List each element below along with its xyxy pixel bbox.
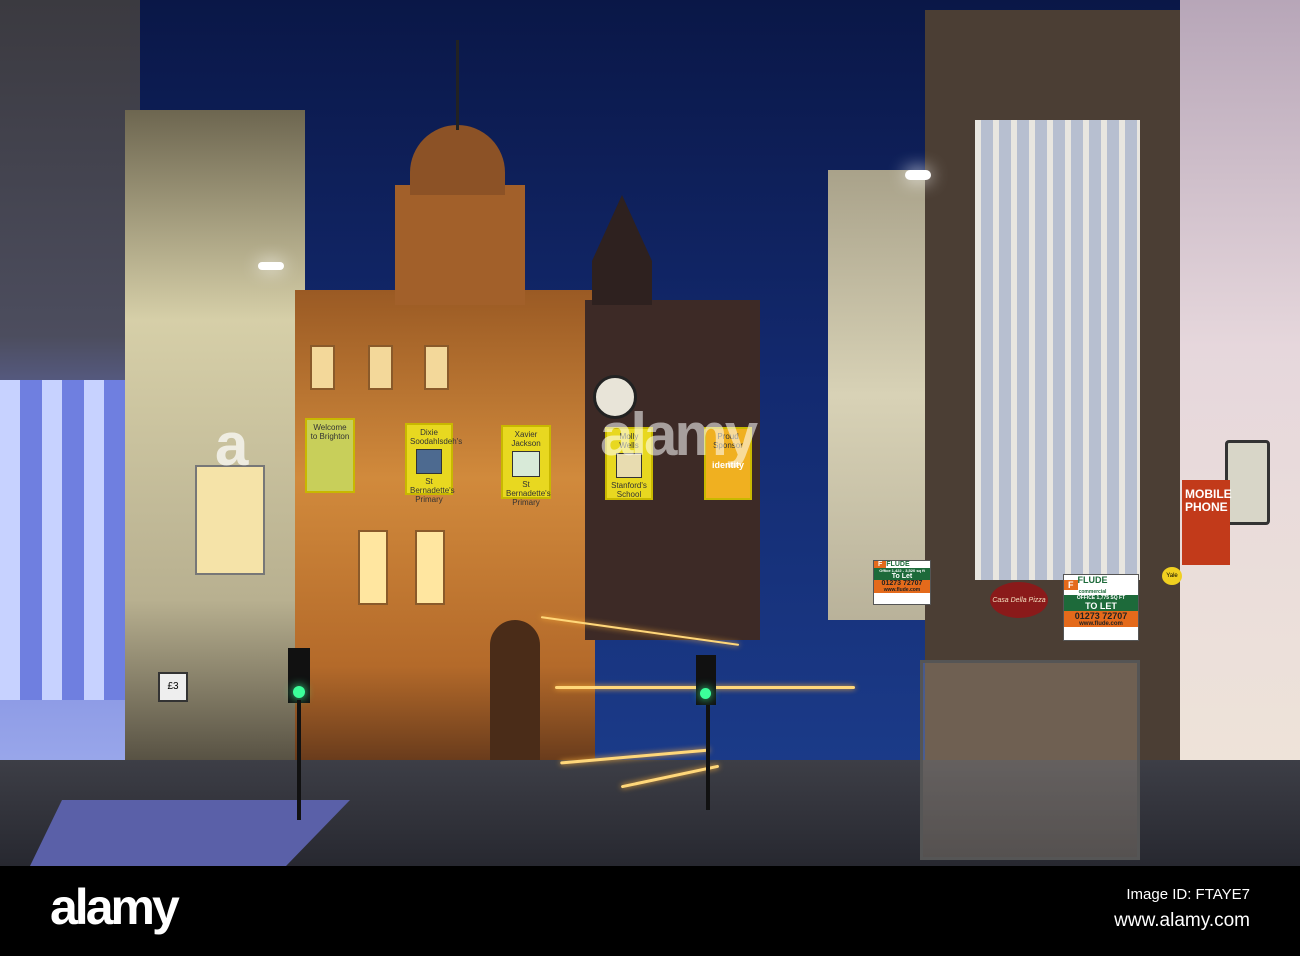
parking-sign: £3 xyxy=(158,672,188,702)
traffic-pole xyxy=(706,705,710,810)
banner-footer: St Bernadette's Primary xyxy=(506,479,551,507)
banner-artwork xyxy=(415,449,443,474)
pizza-sign: Casa Della Pizza xyxy=(990,582,1048,618)
street-lamp-glow xyxy=(258,262,284,270)
green-light-icon xyxy=(293,686,305,698)
yale-sign: Yale xyxy=(1162,567,1182,585)
window xyxy=(368,345,393,390)
traffic-pole xyxy=(297,700,301,820)
banner-footer: Stanford's School xyxy=(611,481,647,500)
window xyxy=(358,530,388,605)
banner: Xavier Jackson St Bernadette's Primary xyxy=(501,425,551,507)
window xyxy=(415,530,445,605)
banner-title: Welcome to Brighton xyxy=(310,423,350,441)
alamy-logo: alamy xyxy=(50,879,180,935)
pink-building xyxy=(1180,0,1300,866)
clock-tower xyxy=(395,185,525,305)
window xyxy=(310,345,335,390)
street-lamp-glow xyxy=(905,170,931,180)
image-id: Image ID: FTAYE7 xyxy=(1126,886,1250,903)
lantern xyxy=(1225,440,1270,525)
alamy-url: www.alamy.com xyxy=(1114,910,1250,931)
flude-sign-left: F FLUDE Office 1,422 - 3,520 sq ft To Let … xyxy=(873,560,931,605)
banner-artwork xyxy=(512,451,540,477)
banner-footer: St Bernadette's Primary xyxy=(410,476,455,504)
spire xyxy=(592,195,652,305)
banner-title: Dixie Soodahlsdeh's xyxy=(410,428,463,446)
watermark-letter: a xyxy=(215,411,249,478)
banner: Welcome to Brighton xyxy=(305,418,355,493)
banner: Dixie Soodahlsdeh's St Bernadette's Prim… xyxy=(405,423,463,504)
flude-sign-right: F FLUDE commercial OFFICE 1,775 SQ FT TO LE… xyxy=(1063,574,1139,641)
window xyxy=(424,345,449,390)
office-facade xyxy=(975,120,1140,580)
watermark-bar: alamy Image ID: FTAYE7 www.alamy.com xyxy=(0,866,1300,956)
street-photo: Welcome to Brighton Dixie Soodahlsdeh's … xyxy=(0,0,1300,866)
dome xyxy=(410,125,505,195)
bus-shelter xyxy=(920,660,1140,860)
left-arcade xyxy=(0,380,130,700)
window xyxy=(195,465,265,575)
mobile-phone-sign: MOBILE PHONE xyxy=(1182,480,1232,565)
grey-building xyxy=(828,170,928,620)
arched-doorway xyxy=(490,620,540,760)
weathervane xyxy=(456,40,459,130)
banner-title: Xavier Jackson xyxy=(511,430,541,448)
watermark-logo-overlay: alamy xyxy=(600,401,758,468)
green-light-icon xyxy=(700,688,711,699)
